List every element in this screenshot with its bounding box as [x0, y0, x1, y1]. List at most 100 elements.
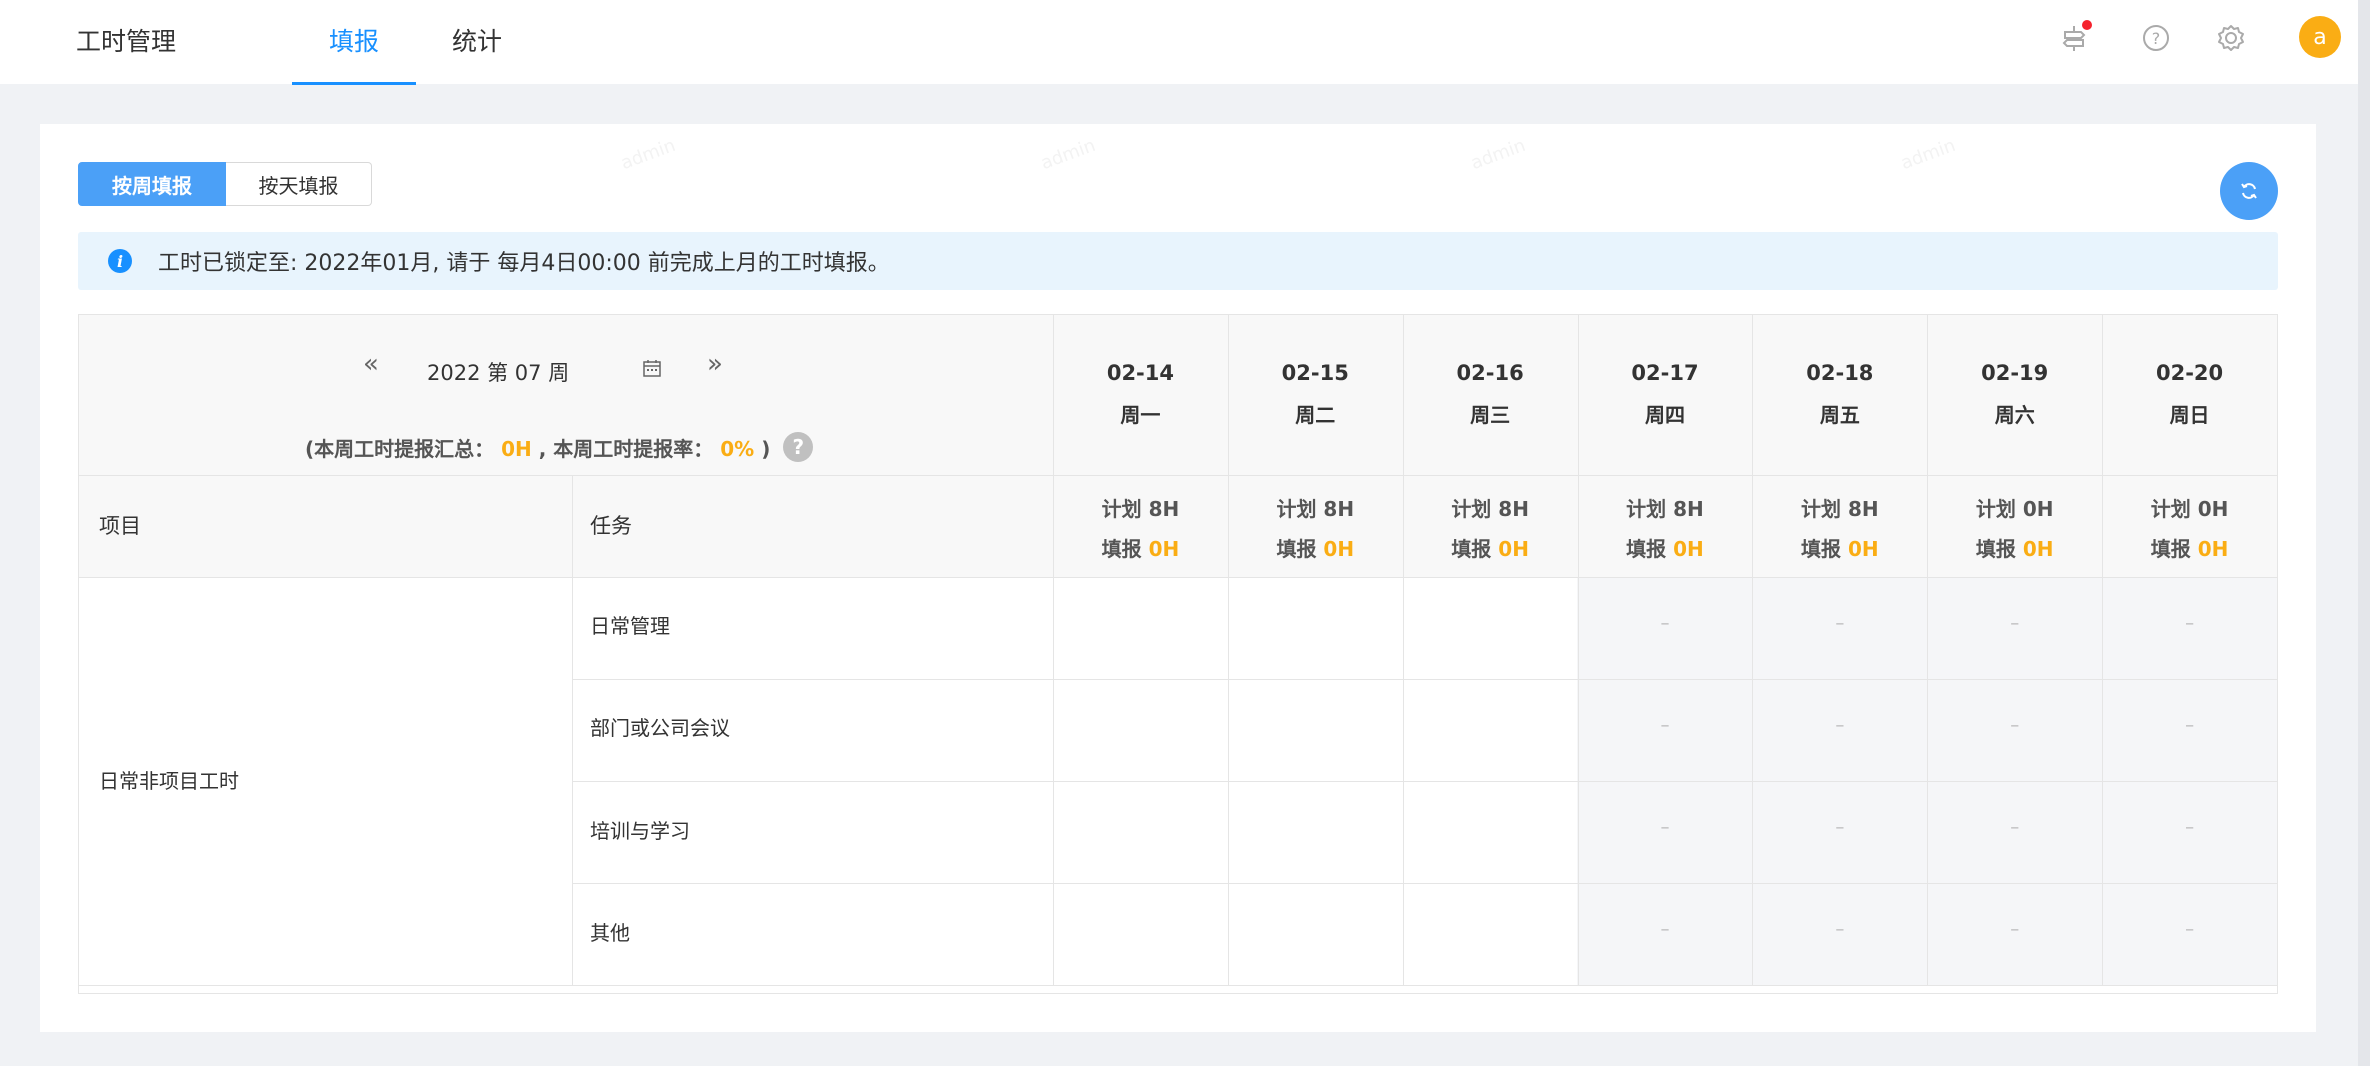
top-bar: 工时管理 填报 统计 ? a: [0, 0, 2358, 85]
fill-mode-switch: 按周填报 按天填报: [78, 162, 372, 206]
empty-value: –: [2010, 613, 2020, 634]
divider: [572, 781, 2277, 782]
plan-hours: 8H: [1848, 497, 1879, 521]
watermark: admin: [1038, 134, 1099, 175]
filled-hours: 0H: [2022, 537, 2054, 561]
empty-value: –: [1835, 715, 1845, 736]
day-header: 02-17 周四: [1578, 315, 1753, 475]
prev-week-button[interactable]: «: [363, 349, 379, 379]
weekly-mode-button[interactable]: 按周填报: [78, 162, 226, 206]
day-weekday: 周五: [1819, 403, 1860, 427]
locked-hours-cell: –: [1927, 781, 2102, 883]
hours-entry-cell[interactable]: [1403, 781, 1578, 883]
daily-mode-button[interactable]: 按天填报: [226, 162, 372, 206]
column-header-project: 项目: [99, 514, 141, 538]
day-weekday: 周四: [1644, 403, 1685, 427]
locked-hours-cell: –: [1927, 883, 2102, 985]
hours-entry-cell[interactable]: [1053, 679, 1228, 781]
day-plan-summary: 计划 8H 填报 0H: [1752, 475, 1927, 577]
locked-hours-cell: –: [2102, 883, 2277, 985]
day-weekday: 周二: [1295, 403, 1336, 427]
day-header: 02-14 周一: [1053, 315, 1228, 475]
filled-hours: 0H: [1498, 537, 1529, 561]
plan-hours: 0H: [2197, 497, 2229, 521]
hours-entry-cell[interactable]: [1053, 781, 1228, 883]
locked-hours-cell: –: [1927, 679, 2102, 781]
day-header: 02-19 周六: [1927, 315, 2102, 475]
day-date: 02-19: [1981, 361, 2049, 385]
empty-value: –: [2185, 817, 2195, 838]
avatar[interactable]: a: [2299, 16, 2341, 58]
fill-label: 填报: [1626, 537, 1667, 561]
day-date: 02-15: [1281, 361, 1349, 385]
locked-hours-cell: –: [1578, 577, 1753, 679]
day-header: 02-16 周三: [1403, 315, 1578, 475]
summary-prefix: (本周工时提报汇总：: [305, 437, 495, 461]
app-title: 工时管理: [76, 27, 177, 56]
settings-icon[interactable]: [2211, 18, 2251, 58]
hours-entry-cell[interactable]: [1053, 883, 1228, 985]
svg-text:?: ?: [2152, 29, 2161, 48]
notification-icon[interactable]: [2054, 18, 2094, 58]
plan-hours: 8H: [1673, 497, 1704, 521]
empty-value: –: [1660, 817, 1670, 838]
plan-hours: 8H: [1323, 497, 1355, 521]
plan-label: 计划: [1276, 497, 1317, 521]
help-circle-icon[interactable]: ?: [783, 431, 814, 462]
day-header: 02-20 周日: [2102, 315, 2277, 475]
fill-label: 填报: [1975, 537, 2016, 561]
hours-entry-cell[interactable]: [1228, 577, 1403, 679]
next-week-button[interactable]: »: [707, 349, 723, 379]
locked-hours-cell: –: [1752, 577, 1927, 679]
help-icon[interactable]: ?: [2136, 18, 2176, 58]
hours-entry-cell[interactable]: [1403, 883, 1578, 985]
empty-value: –: [1660, 919, 1670, 940]
divider: [572, 475, 573, 985]
hours-entry-cell[interactable]: [1228, 883, 1403, 985]
plan-hours: 8H: [1148, 497, 1180, 521]
fill-label: 填报: [1801, 537, 1842, 561]
summary-suffix: ): [761, 437, 771, 461]
empty-value: –: [1835, 919, 1845, 940]
plan-label: 计划: [1101, 497, 1142, 521]
tab-fill[interactable]: 填报: [329, 22, 379, 58]
hours-entry-cell[interactable]: [1228, 781, 1403, 883]
fill-label: 填报: [1101, 537, 1142, 561]
task-name: 部门或公司会议: [590, 716, 730, 740]
day-plan-summary: 计划 0H 填报 0H: [1927, 475, 2102, 577]
scrollbar-track[interactable]: [2358, 0, 2370, 1066]
filled-hours: 0H: [2197, 537, 2229, 561]
day-plan-summary: 计划 0H 填报 0H: [2102, 475, 2277, 577]
filled-hours: 0H: [1148, 537, 1180, 561]
divider: [1053, 315, 1054, 985]
refresh-button[interactable]: [2220, 162, 2278, 220]
locked-hours-cell: –: [1578, 679, 1753, 781]
empty-value: –: [1660, 613, 1670, 634]
divider: [79, 577, 2277, 578]
divider: [572, 883, 2277, 884]
calendar-icon[interactable]: [643, 359, 661, 377]
day-weekday: 周一: [1120, 403, 1161, 427]
hours-entry-cell[interactable]: [1053, 577, 1228, 679]
task-name: 日常管理: [590, 614, 670, 638]
empty-value: –: [2185, 715, 2195, 736]
hours-entry-cell[interactable]: [1403, 577, 1578, 679]
fill-label: 填报: [1451, 537, 1492, 561]
hours-entry-cell[interactable]: [1228, 679, 1403, 781]
tab-stats[interactable]: 统计: [452, 22, 502, 58]
empty-value: –: [1660, 715, 1670, 736]
divider: [79, 475, 1053, 476]
plan-label: 计划: [1975, 497, 2016, 521]
day-date: 02-16: [1456, 361, 1524, 385]
info-icon: i: [108, 249, 132, 273]
week-navigator: « 2022 第 07 周 » (本周工时提报汇总： 0H , 本周工时提报率：…: [79, 315, 1053, 475]
empty-value: –: [2010, 817, 2020, 838]
watermark: admin: [1468, 134, 1529, 175]
fill-label: 填报: [1276, 537, 1317, 561]
hours-entry-cell[interactable]: [1403, 679, 1578, 781]
day-header: 02-15 周二: [1228, 315, 1403, 475]
task-name: 其他: [590, 921, 630, 945]
lock-notice-alert: i 工时已锁定至: 2022年01月, 请于 每月4日00:00 前完成上月的工…: [78, 232, 2278, 290]
empty-value: –: [1835, 613, 1845, 634]
day-weekday: 周六: [1994, 403, 2035, 427]
